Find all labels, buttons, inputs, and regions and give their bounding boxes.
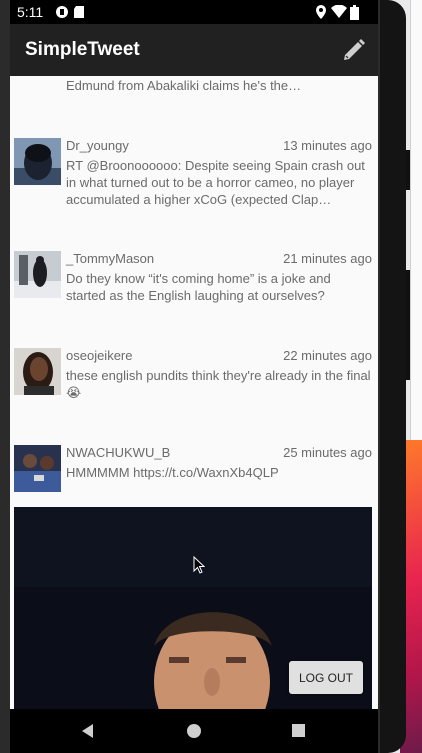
tweet-handle: oseojeikere [66,348,133,363]
status-bar: 5:11 [10,0,378,24]
pencil-icon[interactable] [340,36,368,64]
tweet-text: these english pundits think they're alre… [66,368,371,400]
phone-power-button [406,150,410,190]
app-title: SimpleTweet [25,39,140,60]
app-bar: SimpleTweet [10,24,378,76]
location-icon [316,5,326,19]
avatar [14,138,61,185]
tweet-time: 13 minutes ago [283,138,372,153]
tweet-timeline[interactable]: Edmund from Abakaliki claims he's the… D… [10,76,378,709]
tweet-text: HMMMMM https://t.co/WaxnXb4QLP [66,465,279,480]
tweet-item[interactable]: _TommyMason 21 minutes ago Do they know … [10,251,378,331]
sd-card-icon [74,6,84,18]
status-time: 5:11 [17,4,44,20]
tweet-handle: NWACHUKWU_B [66,445,171,460]
tweet-text: RT @Broonoooooo: Despite seeing Spain cr… [66,158,365,207]
tweet-handle: Dr_youngy [66,138,129,153]
desktop-background [380,0,422,753]
recents-icon[interactable] [291,723,307,739]
avatar [14,445,61,492]
tweet-item[interactable]: oseojeikere 22 minutes ago these english… [10,348,378,428]
partial-tweet-text: Edmund from Abakaliki claims he's the… [66,78,302,93]
tweet-time: 22 minutes ago [283,348,372,363]
back-icon[interactable] [80,723,96,739]
phone-frame [380,0,406,753]
mouse-cursor-icon [193,556,205,574]
tweet-handle: _TommyMason [66,251,155,266]
desktop-window-edge [410,0,422,440]
avatar [14,348,61,395]
navigation-bar [10,709,378,753]
tweet-time: 25 minutes ago [283,445,372,460]
tweet-time: 21 minutes ago [283,251,372,266]
avatar [14,251,61,298]
home-icon[interactable] [186,723,202,739]
phone-screen: 5:11 SimpleTweet Edmund from Abakaliki c… [10,0,378,753]
tweet-item[interactable]: Dr_youngy 13 minutes ago RT @Broonoooooo… [10,138,378,218]
phone-volume-button [406,270,410,380]
battery-icon [350,5,359,20]
tweet-text: Do they know “it's coming home” is a jok… [66,271,331,303]
notification-icon [56,6,68,18]
wifi-icon [331,5,347,18]
logout-button[interactable]: LOG OUT [289,661,363,694]
